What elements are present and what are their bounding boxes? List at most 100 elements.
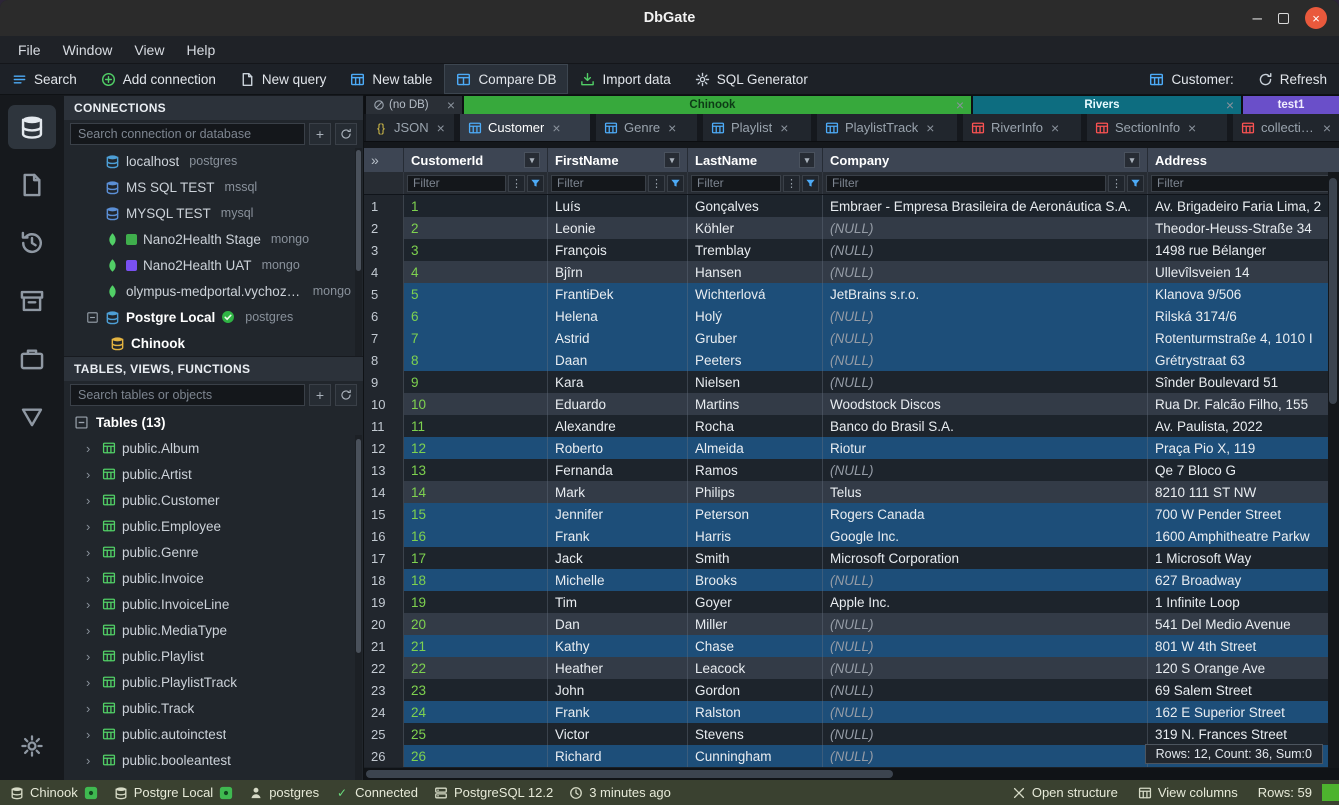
chevron-right-icon[interactable]: › <box>86 467 96 482</box>
activity-archive-icon[interactable] <box>8 279 56 323</box>
cell-customerid[interactable]: 15 <box>404 503 548 525</box>
menu-view[interactable]: View <box>124 39 174 61</box>
chevron-right-icon[interactable]: › <box>86 519 96 534</box>
cell-address[interactable]: 541 Del Medio Avenue <box>1148 613 1339 635</box>
column-header-lastname[interactable]: LastName▾ <box>688 148 823 172</box>
notification-indicator[interactable] <box>1322 784 1339 801</box>
cell-lastname[interactable]: Peterson <box>688 503 823 525</box>
table-row[interactable]: 1919TimGoyerApple Inc.1 Infinite Loop <box>364 591 1339 613</box>
cell-customerid[interactable]: 26 <box>404 745 548 767</box>
table-row[interactable]: 1212RobertoAlmeidaRioturPraça Pio X, 119 <box>364 437 1339 459</box>
cell-customerid[interactable]: 11 <box>404 415 548 437</box>
cell-address[interactable]: 627 Broadway <box>1148 569 1339 591</box>
connection-ms-sql-test[interactable]: MS SQL TESTmssql <box>64 174 363 200</box>
filter-input-lastname[interactable] <box>691 175 781 192</box>
cell-customerid[interactable]: 3 <box>404 239 548 261</box>
chevron-right-icon[interactable]: › <box>86 649 96 664</box>
cell-lastname[interactable]: Gruber <box>688 327 823 349</box>
table-public-artist[interactable]: ›public.Artist <box>64 461 363 487</box>
table-row[interactable]: 99KaraNielsen(NULL)Sînder Boulevard 51 <box>364 371 1339 393</box>
close-icon[interactable]: × <box>1226 97 1234 113</box>
close-icon[interactable]: × <box>437 120 445 136</box>
cell-firstname[interactable]: Frank <box>548 525 688 547</box>
table-row[interactable]: 2222HeatherLeacock(NULL)120 S Orange Ave <box>364 657 1339 679</box>
table-row[interactable]: 2323JohnGordon(NULL)69 Salem Street <box>364 679 1339 701</box>
connection-olympus-medportal-vychozi-cz[interactable]: olympus-medportal.vychozi.czmongo <box>64 278 363 304</box>
cell-customerid[interactable]: 22 <box>404 657 548 679</box>
status-postgre-local[interactable]: Postgre Local <box>114 785 234 800</box>
cell-firstname[interactable]: Tim <box>548 591 688 613</box>
menu-window[interactable]: Window <box>53 39 123 61</box>
scrollbar-thumb[interactable] <box>356 439 361 653</box>
connection-mysql-test[interactable]: MYSQL TESTmysql <box>64 200 363 226</box>
table-row[interactable]: 22LeonieKöhler(NULL)Theodor-Heuss-Straße… <box>364 217 1339 239</box>
cell-customerid[interactable]: 17 <box>404 547 548 569</box>
cell-lastname[interactable]: Holý <box>688 305 823 327</box>
plus-icon[interactable]: + <box>309 384 331 406</box>
table-row[interactable]: 1818MichelleBrooks(NULL)627 Broadway <box>364 569 1339 591</box>
column-header-firstname[interactable]: FirstName▾ <box>548 148 688 172</box>
tables-group-header[interactable]: Tables (13) <box>64 409 363 435</box>
cell-company[interactable]: (NULL) <box>823 679 1148 701</box>
table-row[interactable]: 1616FrankHarrisGoogle Inc.1600 Amphithea… <box>364 525 1339 547</box>
tab-customer[interactable]: Customer× <box>460 114 590 141</box>
cell-customerid[interactable]: 21 <box>404 635 548 657</box>
scrollbar-thumb[interactable] <box>356 150 361 271</box>
table-row[interactable]: 55FrantiĐekWichterlováJetBrains s.r.o.Kl… <box>364 283 1339 305</box>
cell-company[interactable]: Riotur <box>823 437 1148 459</box>
cell-customerid[interactable]: 13 <box>404 459 548 481</box>
cell-address[interactable]: 69 Salem Street <box>1148 679 1339 701</box>
cell-firstname[interactable]: Eduardo <box>548 393 688 415</box>
cell-customerid[interactable]: 9 <box>404 371 548 393</box>
cell-company[interactable]: (NULL) <box>823 459 1148 481</box>
cell-lastname[interactable]: Cunningham <box>688 745 823 767</box>
cell-firstname[interactable]: François <box>548 239 688 261</box>
column-header-address[interactable]: Address <box>1148 148 1339 172</box>
tables-scrollbar[interactable] <box>355 435 362 780</box>
maximize-button[interactable] <box>1278 13 1289 24</box>
connections-search-input[interactable] <box>70 123 305 145</box>
cell-address[interactable]: Av. Paulista, 2022 <box>1148 415 1339 437</box>
db-tab-no-db[interactable]: (no DB)× <box>366 96 462 114</box>
cell-company[interactable]: Woodstock Discos <box>823 393 1148 415</box>
chevron-right-icon[interactable]: › <box>86 597 96 612</box>
tab-json[interactable]: {}JSON× <box>366 114 454 141</box>
grid-corner-button[interactable]: » <box>364 148 404 172</box>
toolbar-refresh-button[interactable]: Refresh <box>1246 64 1339 94</box>
cell-firstname[interactable]: Astrid <box>548 327 688 349</box>
status-3-minutes-ago[interactable]: 3 minutes ago <box>569 785 671 800</box>
cell-company[interactable]: Apple Inc. <box>823 591 1148 613</box>
toolbar-new-query-button[interactable]: New query <box>228 64 339 94</box>
cell-firstname[interactable]: Kara <box>548 371 688 393</box>
column-header-company[interactable]: Company▾ <box>823 148 1148 172</box>
status-postgresql-12-2[interactable]: PostgreSQL 12.2 <box>434 785 553 800</box>
table-public-playlist[interactable]: ›public.Playlist <box>64 643 363 669</box>
status-open-structure[interactable]: Open structure <box>1012 785 1118 800</box>
cell-company[interactable]: Google Inc. <box>823 525 1148 547</box>
connections-scrollbar[interactable] <box>355 148 362 356</box>
table-row[interactable]: 11LuísGonçalvesEmbraer - Empresa Brasile… <box>364 195 1339 217</box>
table-row[interactable]: 2424FrankRalston(NULL)162 E Superior Str… <box>364 701 1339 723</box>
cell-firstname[interactable]: John <box>548 679 688 701</box>
cell-address[interactable]: Rotenturmstraße 4, 1010 I <box>1148 327 1339 349</box>
cell-company[interactable]: Banco do Brasil S.A. <box>823 415 1148 437</box>
cell-firstname[interactable]: Alexandre <box>548 415 688 437</box>
toolbar-customer-button[interactable]: Customer: <box>1137 64 1245 94</box>
chevron-down-icon[interactable]: ▾ <box>664 152 680 168</box>
cell-company[interactable]: (NULL) <box>823 657 1148 679</box>
chevron-right-icon[interactable]: › <box>86 571 96 586</box>
cell-address[interactable]: 700 W Pender Street <box>1148 503 1339 525</box>
cell-company[interactable]: Embraer - Empresa Brasileira de Aeronáut… <box>823 195 1148 217</box>
toolbar-search-button[interactable]: Search <box>0 64 89 94</box>
table-row[interactable]: 77AstridGruber(NULL)Rotenturmstraße 4, 1… <box>364 327 1339 349</box>
cell-firstname[interactable]: Leonie <box>548 217 688 239</box>
status-chinook[interactable]: Chinook <box>10 785 98 800</box>
menu-file[interactable]: File <box>8 39 51 61</box>
activity-history-icon[interactable] <box>8 221 56 265</box>
connection-localhost[interactable]: localhostpostgres <box>64 148 363 174</box>
cell-customerid[interactable]: 23 <box>404 679 548 701</box>
cell-address[interactable]: Ullevîlsveien 14 <box>1148 261 1339 283</box>
cell-address[interactable]: Rilská 3174/6 <box>1148 305 1339 327</box>
cell-company[interactable]: (NULL) <box>823 635 1148 657</box>
funnel-icon[interactable] <box>527 175 544 192</box>
